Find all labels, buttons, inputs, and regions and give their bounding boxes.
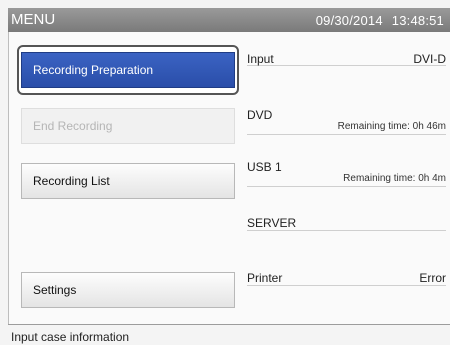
server-info: SERVER bbox=[247, 216, 446, 231]
printer-label: Printer bbox=[247, 271, 283, 285]
dvd-label: DVD bbox=[247, 108, 273, 122]
settings-button[interactable]: Settings bbox=[21, 272, 235, 308]
time-text: 13:48:51 bbox=[391, 13, 444, 28]
server-label: SERVER bbox=[247, 216, 297, 230]
usb1-info: USB 1 Remaining time: 0h 4m bbox=[247, 160, 446, 187]
status-bar: Input case information bbox=[8, 324, 450, 345]
recording-preparation-button[interactable]: Recording Preparation bbox=[21, 52, 235, 88]
printer-info: Printer Error bbox=[247, 271, 446, 286]
window-title: MENU bbox=[11, 11, 56, 28]
dvd-remaining-time: Remaining time: 0h 46m bbox=[337, 121, 446, 132]
datetime-display: 09/30/2014 13:48:51 bbox=[316, 13, 444, 28]
usb1-remaining-time: Remaining time: 0h 4m bbox=[343, 173, 446, 184]
recording-list-button[interactable]: Recording List bbox=[21, 163, 235, 199]
input-value: DVI-D bbox=[413, 52, 446, 66]
end-recording-button: End Recording bbox=[21, 108, 235, 144]
input-info: Input DVI-D bbox=[247, 52, 446, 66]
status-message: Input case information bbox=[11, 330, 130, 344]
printer-status: Error bbox=[419, 271, 446, 285]
title-bar: MENU 09/30/2014 13:48:51 bbox=[8, 8, 450, 32]
usb1-label: USB 1 bbox=[247, 160, 282, 174]
input-label: Input bbox=[247, 52, 274, 66]
date-text: 09/30/2014 bbox=[315, 13, 383, 28]
dvd-info: DVD Remaining time: 0h 46m bbox=[247, 108, 446, 135]
